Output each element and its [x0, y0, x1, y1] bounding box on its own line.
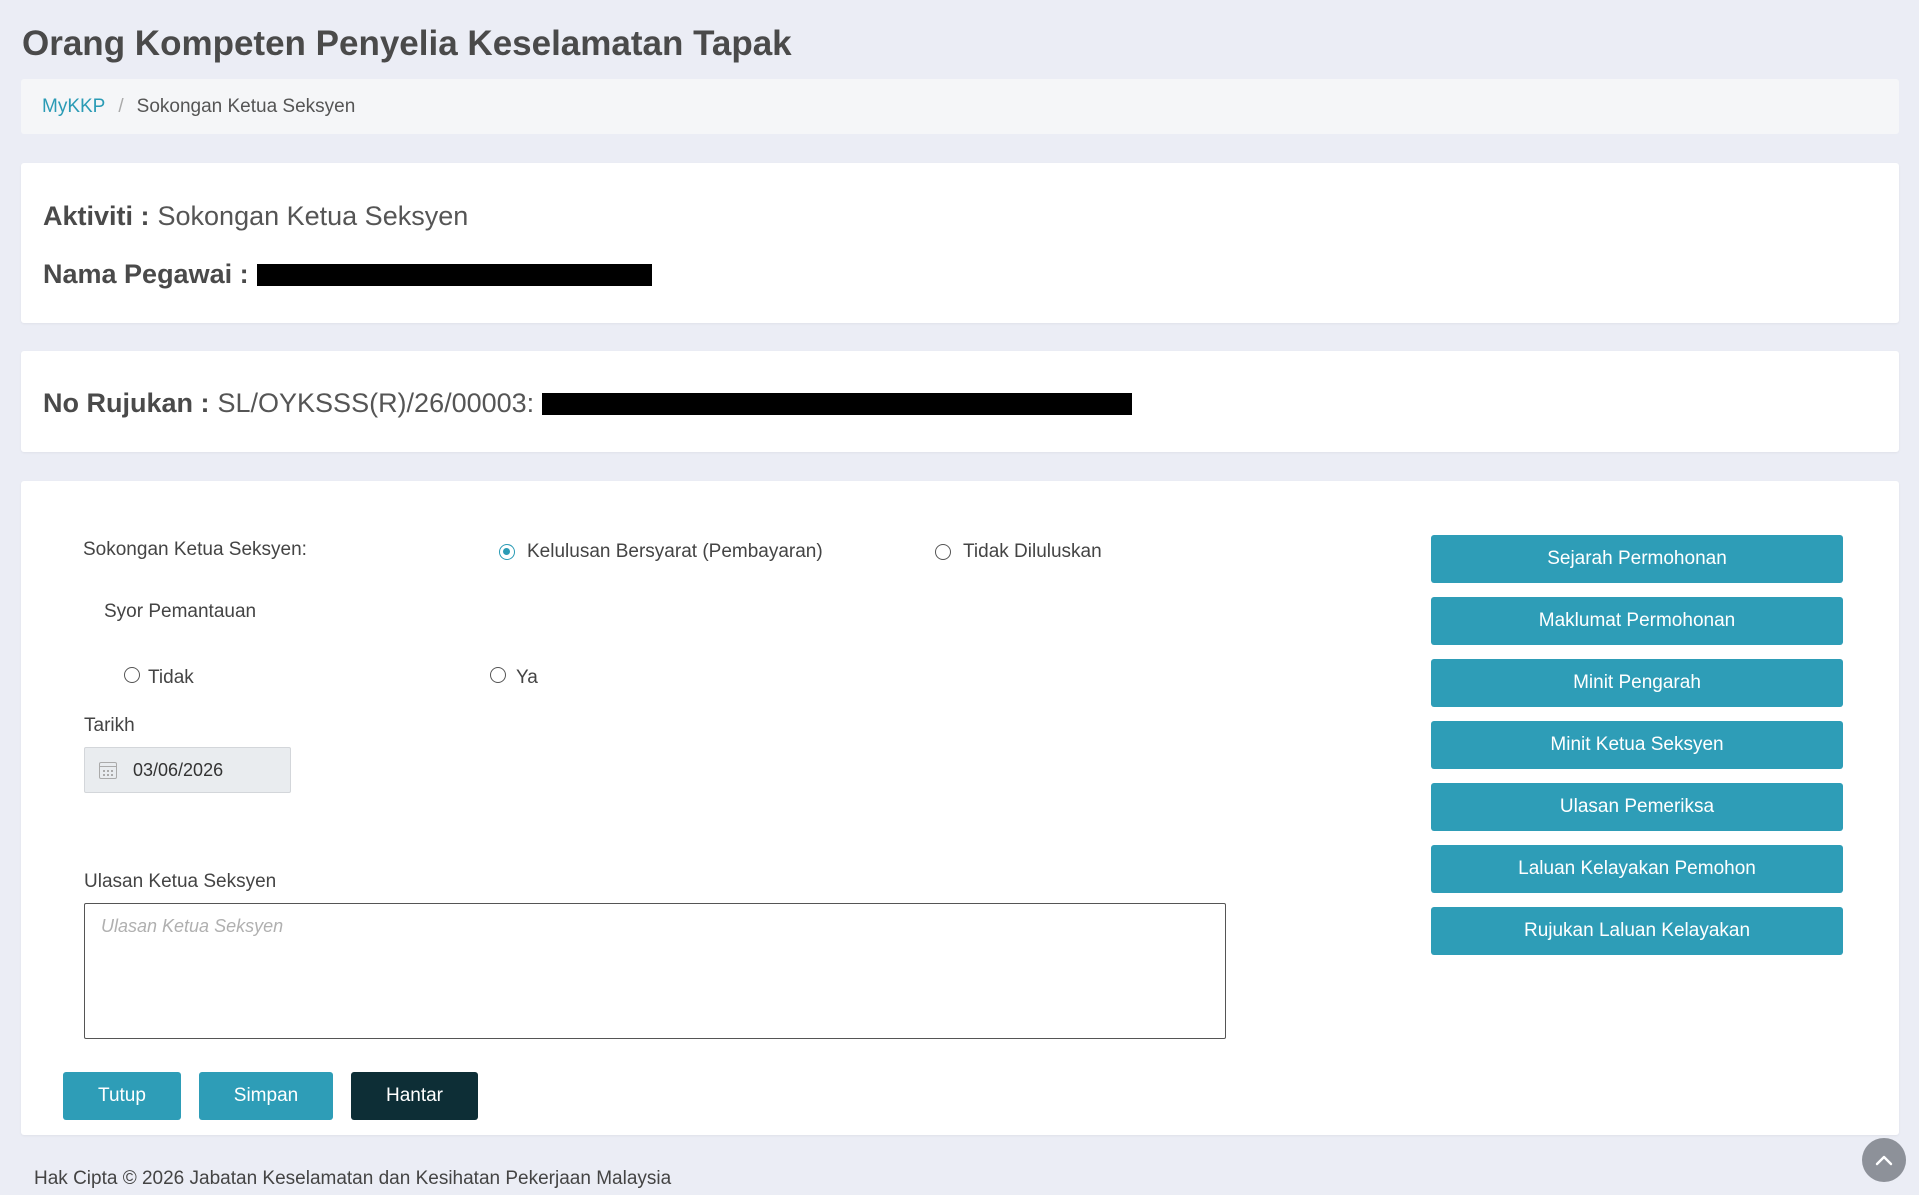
- radio-conditional-approval-label: Kelulusan Bersyarat (Pembayaran): [527, 541, 823, 562]
- radio-circle[interactable]: [935, 544, 951, 560]
- radio-conditional-approval[interactable]: Kelulusan Bersyarat (Pembayaran): [499, 541, 823, 563]
- page: Orang Kompeten Penyelia Keselamatan Tapa…: [0, 0, 1919, 1195]
- eligibility-path-button[interactable]: Laluan Kelayakan Pemohon: [1431, 845, 1843, 893]
- close-button[interactable]: Tutup: [63, 1072, 181, 1120]
- breadcrumb-current: Sokongan Ketua Seksyen: [136, 95, 356, 117]
- officer-line: Nama Pegawai :: [43, 259, 652, 290]
- date-label: Tarikh: [84, 715, 135, 736]
- reference-value: SL/OYKSSS(R)/26/00003:: [217, 388, 535, 418]
- page-title-bold: Orang Kompeten: [22, 24, 306, 63]
- date-value: 03/06/2026: [133, 759, 224, 780]
- section-head-minutes-button[interactable]: Minit Ketua Seksyen: [1431, 721, 1843, 769]
- breadcrumb-home-link[interactable]: MyKKP: [42, 96, 105, 118]
- form-card: Sokongan Ketua Seksyen: Kelulusan Bersya…: [21, 481, 1899, 1135]
- save-button[interactable]: Simpan: [199, 1072, 333, 1120]
- radio-monitoring-no-label: Tidak: [148, 667, 194, 688]
- radio-circle[interactable]: [124, 667, 140, 683]
- date-input[interactable]: 03/06/2026: [84, 747, 291, 793]
- monitoring-label: Syor Pemantauan: [104, 601, 257, 622]
- reference-name-redacted: [542, 392, 1133, 415]
- eligibility-reference-button[interactable]: Rujukan Laluan Kelayakan: [1431, 907, 1843, 955]
- application-info-button[interactable]: Maklumat Permohonan: [1431, 597, 1843, 645]
- breadcrumb: MyKKP / Sokongan Ketua Seksyen: [21, 79, 1899, 134]
- scroll-to-top-button[interactable]: [1862, 1138, 1906, 1182]
- reference-card: No Rujukan : SL/OYKSSS(R)/26/00003:: [21, 351, 1899, 452]
- calendar-icon: [99, 761, 117, 779]
- officer-label: Nama Pegawai :: [43, 259, 249, 289]
- radio-monitoring-no[interactable]: Tidak: [124, 664, 194, 688]
- application-history-button[interactable]: Sejarah Permohonan: [1431, 535, 1843, 583]
- director-minutes-button[interactable]: Minit Pengarah: [1431, 659, 1843, 707]
- activity-label: Aktiviti :: [43, 201, 150, 231]
- radio-not-approved[interactable]: Tidak Diluluskan: [935, 541, 1102, 563]
- footer-copyright: Hak Cipta © 2026 Jabatan Keselamatan dan…: [34, 1168, 672, 1189]
- page-title: Orang Kompeten Penyelia Keselamatan Tapa…: [22, 24, 792, 64]
- submit-button[interactable]: Hantar: [351, 1072, 478, 1120]
- breadcrumb-separator: /: [118, 95, 124, 117]
- radio-circle[interactable]: [490, 667, 506, 683]
- radio-not-approved-label: Tidak Diluluskan: [963, 541, 1102, 562]
- reference-line: No Rujukan : SL/OYKSSS(R)/26/00003:: [43, 388, 1133, 419]
- comment-label: Ulasan Ketua Seksyen: [84, 871, 277, 892]
- radio-circle-checked[interactable]: [499, 544, 515, 560]
- support-label: Sokongan Ketua Seksyen:: [83, 539, 307, 560]
- activity-line: Aktiviti : Sokongan Ketua Seksyen: [43, 201, 468, 232]
- inspector-review-button[interactable]: Ulasan Pemeriksa: [1431, 783, 1843, 831]
- radio-monitoring-yes-label: Ya: [516, 667, 538, 688]
- activity-value: Sokongan Ketua Seksyen: [157, 201, 469, 231]
- page-title-rest: Penyelia Keselamatan Tapak: [315, 24, 792, 63]
- radio-monitoring-yes[interactable]: Ya: [490, 664, 538, 688]
- comment-textarea[interactable]: [84, 903, 1226, 1039]
- chevron-up-icon: [1875, 1155, 1893, 1166]
- reference-label: No Rujukan :: [43, 388, 210, 418]
- activity-card: Aktiviti : Sokongan Ketua Seksyen Nama P…: [21, 163, 1899, 323]
- officer-name-redacted: [256, 263, 652, 286]
